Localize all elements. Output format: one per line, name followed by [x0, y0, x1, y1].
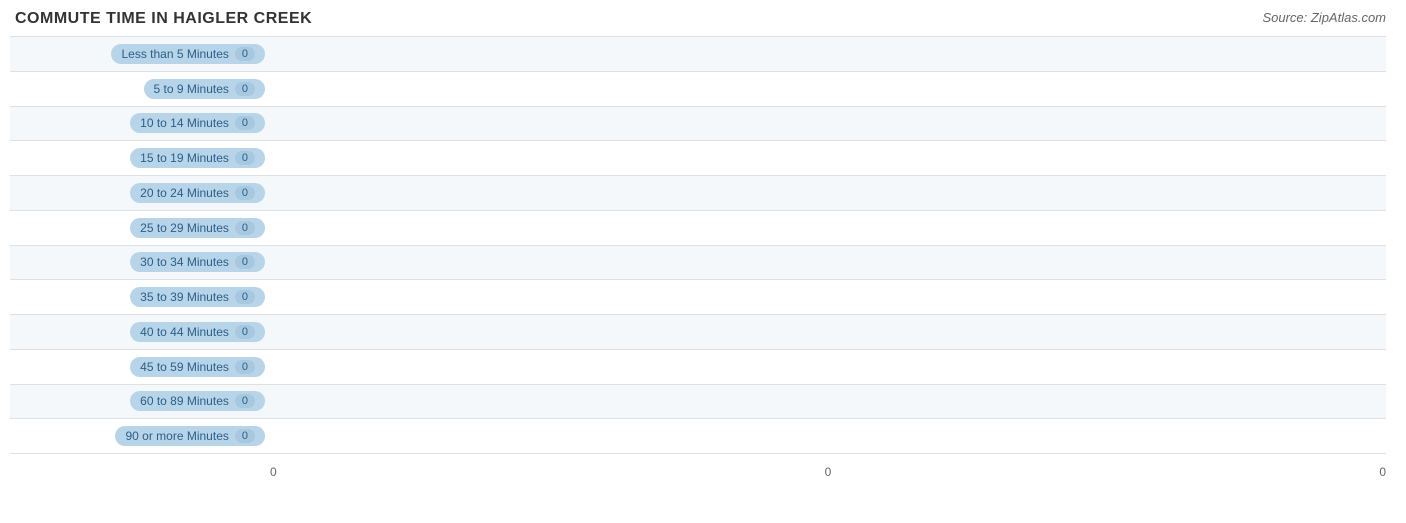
- bar-label-text: 40 to 44 Minutes: [140, 325, 229, 339]
- bar-label-text: Less than 5 Minutes: [121, 47, 228, 61]
- bar-row: 90 or more Minutes 0: [10, 419, 1386, 454]
- bar-track: [270, 143, 1386, 173]
- bar-value-badge: 0: [235, 360, 255, 374]
- bar-label-wrap: 35 to 39 Minutes 0: [10, 287, 270, 307]
- bar-value-badge: 0: [235, 186, 255, 200]
- bar-label-text: 5 to 9 Minutes: [154, 82, 229, 96]
- bar-label-wrap: 30 to 34 Minutes 0: [10, 252, 270, 272]
- bar-label-text: 15 to 19 Minutes: [140, 151, 229, 165]
- bar-value-badge: 0: [235, 221, 255, 235]
- bar-label-wrap: 15 to 19 Minutes 0: [10, 148, 270, 168]
- bar-label-pill: 40 to 44 Minutes 0: [130, 322, 265, 342]
- bar-track: [270, 39, 1386, 69]
- bar-label-text: 90 or more Minutes: [125, 429, 228, 443]
- bar-row: 25 to 29 Minutes 0: [10, 211, 1386, 246]
- bar-value-badge: 0: [235, 47, 255, 61]
- bar-track: [270, 248, 1386, 278]
- bar-value-badge: 0: [235, 82, 255, 96]
- x-label-0: 0: [270, 465, 277, 479]
- bar-label-text: 60 to 89 Minutes: [140, 394, 229, 408]
- bar-label-text: 30 to 34 Minutes: [140, 255, 229, 269]
- bar-track: [270, 74, 1386, 104]
- bar-track: [270, 213, 1386, 243]
- bar-value-badge: 0: [235, 151, 255, 165]
- bar-value-badge: 0: [235, 290, 255, 304]
- bar-label-wrap: 90 or more Minutes 0: [10, 426, 270, 446]
- bars-area: Less than 5 Minutes05 to 9 Minutes010 to…: [10, 36, 1386, 454]
- bar-value-badge: 0: [235, 255, 255, 269]
- bar-value-badge: 0: [235, 325, 255, 339]
- bar-track: [270, 178, 1386, 208]
- bar-track: [270, 282, 1386, 312]
- bar-row: 35 to 39 Minutes 0: [10, 280, 1386, 315]
- bar-label-text: 35 to 39 Minutes: [140, 290, 229, 304]
- x-axis-labels: 0 0 0: [270, 465, 1386, 479]
- bar-label-wrap: 60 to 89 Minutes 0: [10, 391, 270, 411]
- bar-row: 40 to 44 Minutes 0: [10, 315, 1386, 350]
- bar-track: [270, 109, 1386, 139]
- bar-row: 60 to 89 Minutes 0: [10, 385, 1386, 420]
- bar-label-wrap: 5 to 9 Minutes 0: [10, 79, 270, 99]
- source-label: Source: ZipAtlas.com: [1262, 10, 1386, 25]
- bar-track: [270, 387, 1386, 417]
- bar-label-text: 45 to 59 Minutes: [140, 360, 229, 374]
- x-label-2: 0: [1379, 465, 1386, 479]
- bar-label-pill: 45 to 59 Minutes 0: [130, 357, 265, 377]
- bar-label-pill: 15 to 19 Minutes 0: [130, 148, 265, 168]
- bar-track: [270, 317, 1386, 347]
- chart-container: COMMUTE TIME IN HAIGLER CREEK Source: Zi…: [0, 0, 1406, 523]
- bar-row: Less than 5 Minutes 0: [10, 36, 1386, 72]
- bar-label-pill: 5 to 9 Minutes 0: [144, 79, 266, 99]
- bar-label-pill: 90 or more Minutes 0: [115, 426, 265, 446]
- bar-track: [270, 352, 1386, 382]
- bar-row: 15 to 19 Minutes 0: [10, 141, 1386, 176]
- bar-label-pill: 20 to 24 Minutes 0: [130, 183, 265, 203]
- bar-label-pill: 10 to 14 Minutes 0: [130, 113, 265, 133]
- bar-row: 45 to 59 Minutes 0: [10, 350, 1386, 385]
- bar-label-wrap: 40 to 44 Minutes 0: [10, 322, 270, 342]
- bar-label-wrap: 10 to 14 Minutes 0: [10, 113, 270, 133]
- bar-label-pill: 30 to 34 Minutes 0: [130, 252, 265, 272]
- bar-label-pill: 60 to 89 Minutes 0: [130, 391, 265, 411]
- bar-row: 5 to 9 Minutes 0: [10, 72, 1386, 107]
- bar-label-wrap: 20 to 24 Minutes 0: [10, 183, 270, 203]
- chart-area: Less than 5 Minutes05 to 9 Minutes010 to…: [10, 36, 1386, 479]
- bar-label-pill: 35 to 39 Minutes 0: [130, 287, 265, 307]
- bar-label-wrap: 25 to 29 Minutes 0: [10, 218, 270, 238]
- bar-label-text: 20 to 24 Minutes: [140, 186, 229, 200]
- x-label-1: 0: [825, 465, 832, 479]
- chart-title: COMMUTE TIME IN HAIGLER CREEK: [10, 10, 1386, 28]
- bar-row: 10 to 14 Minutes 0: [10, 107, 1386, 142]
- bar-track: [270, 421, 1386, 451]
- bar-label-text: 25 to 29 Minutes: [140, 221, 229, 235]
- bar-label-wrap: Less than 5 Minutes 0: [10, 44, 270, 64]
- bar-row: 30 to 34 Minutes 0: [10, 246, 1386, 281]
- bar-row: 20 to 24 Minutes 0: [10, 176, 1386, 211]
- bar-label-wrap: 45 to 59 Minutes 0: [10, 357, 270, 377]
- bar-value-badge: 0: [235, 116, 255, 130]
- bar-value-badge: 0: [235, 429, 255, 443]
- bar-label-text: 10 to 14 Minutes: [140, 116, 229, 130]
- bar-label-pill: 25 to 29 Minutes 0: [130, 218, 265, 238]
- bar-label-pill: Less than 5 Minutes 0: [111, 44, 265, 64]
- bar-value-badge: 0: [235, 394, 255, 408]
